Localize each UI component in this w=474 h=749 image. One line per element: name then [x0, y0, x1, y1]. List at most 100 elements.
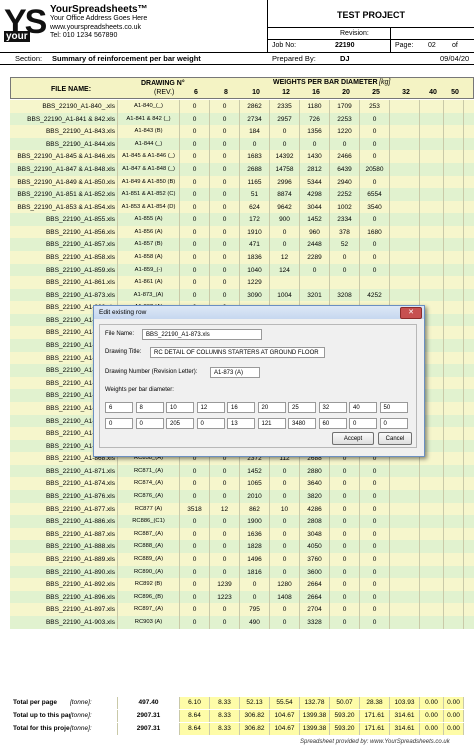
file-name-cell[interactable]: BBS_22190_A1-892.xls: [10, 578, 118, 591]
dialog-weight-input[interactable]: 60: [318, 418, 347, 429]
table-row[interactable]: BBS_22190_A1-889.xls RC889_(A) 0 0 1496 0 3760…: [10, 552, 474, 566]
table-row[interactable]: BBS_22190_A1-843.xls A1-843 (B) 0 0 184 0 1356…: [10, 125, 474, 139]
drawing-number-cell[interactable]: RC886_(C1): [118, 515, 180, 529]
job-value[interactable]: 22190: [335, 42, 354, 49]
drawing-number-cell[interactable]: A1-859_(-): [118, 263, 180, 277]
drawing-number-cell[interactable]: RC896_(B): [118, 590, 180, 604]
drawing-number-cell[interactable]: A1-840_(_): [118, 100, 180, 113]
dialog-weight-input[interactable]: 0: [349, 418, 377, 429]
table-row[interactable]: BBS_22190_A1-845 & A1-846.xls A1-845 & A1…: [10, 150, 474, 164]
table-row[interactable]: BBS_22190_A1-847 & A1-848.xls A1-847 & A1…: [10, 162, 474, 176]
table-row[interactable]: BBS_22190_A1-849 & A1-850.xls A1-849 & A1…: [10, 175, 474, 189]
table-row[interactable]: BBS_22190_A1-858.xls A1-858 (A) 0 0 1836 12 22…: [10, 251, 474, 264]
section-value[interactable]: Summary of reinforcement per bar weight: [52, 54, 201, 63]
drawing-number-cell[interactable]: A1-847 & A1-848 (_): [118, 162, 180, 176]
dialog-weight-input[interactable]: 0: [105, 418, 133, 429]
table-row[interactable]: BBS_22190_A1-888.xls RC888_(A) 0 0 1828 0 4050…: [10, 540, 474, 554]
table-row[interactable]: BBS_22190_A1-892.xls RC892 (B) 0 1239 0 1280 2…: [10, 578, 474, 591]
drawing-number-cell[interactable]: RC874_(A): [118, 477, 180, 491]
drawing-number-cell[interactable]: A1-843 (B): [118, 125, 180, 139]
drawing-number-cell[interactable]: A1-855 (A): [118, 213, 180, 227]
drawing-number-cell[interactable]: A1-849 & A1-850 (B): [118, 175, 180, 189]
drawing-number-cell[interactable]: RC889_(A): [118, 552, 180, 566]
file-name-cell[interactable]: BBS_22190_A1-890.xls: [10, 565, 118, 579]
file-name-cell[interactable]: BBS_22190_A1-858.xls: [10, 251, 118, 264]
file-name-input[interactable]: BBS_22190_A1-873.xls: [142, 329, 262, 340]
file-name-cell[interactable]: BBS_22190_A1-903.xls: [10, 615, 118, 629]
drawing-number-cell[interactable]: RC871_(A): [118, 464, 180, 478]
table-row[interactable]: BBS_22190_A1-855.xls A1-855 (A) 0 0 172 900 14…: [10, 213, 474, 227]
table-row[interactable]: BBS_22190_A1-890.xls RC890_(A) 0 0 1816 0 3600…: [10, 565, 474, 579]
table-row[interactable]: BBS_22190_A1-841 & 842.xls A1-841 & 842 (…: [10, 112, 474, 126]
table-row[interactable]: BBS_22190_A1-873.xls A1-873_(A) 0 0 3090 1004…: [10, 288, 474, 302]
drawing-number-cell[interactable]: RC903 (A): [118, 615, 180, 629]
drawing-number-cell[interactable]: A1-861 (A): [118, 276, 180, 290]
cancel-button[interactable]: Cancel: [378, 432, 412, 445]
dialog-weight-input[interactable]: 13: [227, 418, 255, 429]
drawing-number-cell[interactable]: RC887_(A): [118, 527, 180, 541]
table-row[interactable]: BBS_22190_A1-853 & A1-854.xls A1-853 & A1…: [10, 200, 474, 214]
dialog-weight-input[interactable]: 0: [196, 418, 225, 429]
table-row[interactable]: BBS_22190_A1-886.xls RC886_(C1) 0 0 1900 0 280…: [10, 515, 474, 529]
drawing-number-input[interactable]: A1-873 (A): [210, 367, 260, 378]
file-name-cell[interactable]: BBS_22190_A1-877.xls: [10, 502, 118, 516]
table-row[interactable]: BBS_22190_A1-840_.xls A1-840_(_) 0 0 2862 233…: [10, 100, 474, 113]
file-name-cell[interactable]: BBS_22190_A1-888.xls: [10, 540, 118, 554]
file-name-cell[interactable]: BBS_22190_A1-896.xls: [10, 590, 118, 604]
file-name-cell[interactable]: BBS_22190_A1-853 & A1-854.xls: [10, 200, 118, 214]
drawing-number-cell[interactable]: A1-858 (A): [118, 251, 180, 264]
dialog-weight-input[interactable]: 0: [135, 418, 164, 429]
file-name-cell[interactable]: BBS_22190_A1-840_.xls: [10, 100, 118, 113]
dialog-weight-input[interactable]: 3480: [288, 418, 316, 429]
file-name-cell[interactable]: BBS_22190_A1-851 & A1-852.xls: [10, 188, 118, 202]
file-name-cell[interactable]: BBS_22190_A1-859.xls: [10, 263, 118, 277]
file-name-cell[interactable]: BBS_22190_A1-887.xls: [10, 527, 118, 541]
date-value[interactable]: 09/04/20: [440, 54, 469, 63]
table-row[interactable]: BBS_22190_A1-874.xls RC874_(A) 0 0 1065 0 3640…: [10, 477, 474, 491]
table-row[interactable]: BBS_22190_A1-859.xls A1-859_(-) 0 0 1040 124 0…: [10, 263, 474, 277]
file-name-cell[interactable]: BBS_22190_A1-874.xls: [10, 477, 118, 491]
file-name-cell[interactable]: BBS_22190_A1-861.xls: [10, 276, 118, 290]
table-row[interactable]: BBS_22190_A1-897.xls RC897_(A) 0 0 795 0 2704 0…: [10, 603, 474, 617]
drawing-number-cell[interactable]: A1-873_(A): [118, 288, 180, 302]
file-name-cell[interactable]: BBS_22190_A1-897.xls: [10, 603, 118, 617]
table-row[interactable]: BBS_22190_A1-857.xls A1-857 (B) 0 0 471 0 2448…: [10, 238, 474, 252]
drawing-number-cell[interactable]: RC876_(A): [118, 490, 180, 503]
file-name-cell[interactable]: BBS_22190_A1-843.xls: [10, 125, 118, 139]
drawing-number-cell[interactable]: A1-844 (_): [118, 137, 180, 151]
table-row[interactable]: BBS_22190_A1-896.xls RC896_(B) 0 1223 0 1408 2…: [10, 590, 474, 604]
file-name-cell[interactable]: BBS_22190_A1-841 & 842.xls: [10, 112, 118, 126]
drawing-number-cell[interactable]: RC888_(A): [118, 540, 180, 554]
file-name-cell[interactable]: BBS_22190_A1-845 & A1-846.xls: [10, 150, 118, 164]
table-row[interactable]: BBS_22190_A1-871.xls RC871_(A) 0 0 1452 0 2880…: [10, 464, 474, 478]
drawing-number-cell[interactable]: RC892 (B): [118, 578, 180, 591]
table-row[interactable]: BBS_22190_A1-887.xls RC887_(A) 0 0 1636 0 3048…: [10, 527, 474, 541]
drawing-number-cell[interactable]: A1-857 (B): [118, 238, 180, 252]
drawing-number-cell[interactable]: A1-841 & 842 (_): [118, 112, 180, 126]
file-name-cell[interactable]: BBS_22190_A1-856.xls: [10, 225, 118, 239]
close-icon[interactable]: ✕: [400, 307, 422, 319]
file-name-cell[interactable]: BBS_22190_A1-844.xls: [10, 137, 118, 151]
dialog-weight-input[interactable]: 121: [257, 418, 286, 429]
drawing-number-cell[interactable]: RC890_(A): [118, 565, 180, 579]
file-name-cell[interactable]: BBS_22190_A1-876.xls: [10, 490, 118, 503]
drawing-number-cell[interactable]: A1-853 & A1-854 (D): [118, 200, 180, 214]
accept-button[interactable]: Accept: [332, 432, 374, 445]
table-row[interactable]: BBS_22190_A1-877.xls RC877 (A) 3518 12 862 10…: [10, 502, 474, 516]
drawing-title-input[interactable]: RC DETAIL OF COLUMNS STARTERS AT GROUND …: [150, 347, 325, 358]
table-row[interactable]: BBS_22190_A1-856.xls A1-856 (A) 0 0 1910 0 960…: [10, 225, 474, 239]
dialog-weight-input[interactable]: 0: [379, 418, 408, 429]
drawing-number-cell[interactable]: A1-851 & A1-852 (C): [118, 188, 180, 202]
drawing-number-cell[interactable]: RC897_(A): [118, 603, 180, 617]
table-row[interactable]: BBS_22190_A1-851 & A1-852.xls A1-851 & A1…: [10, 188, 474, 202]
table-row[interactable]: BBS_22190_A1-844.xls A1-844 (_) 0 0 0 0 0 0 0: [10, 137, 474, 151]
drawing-number-cell[interactable]: A1-845 & A1-846 (_): [118, 150, 180, 164]
file-name-cell[interactable]: BBS_22190_A1-886.xls: [10, 515, 118, 529]
dialog-title-bar[interactable]: Edit existing row ✕: [94, 306, 424, 319]
dialog-weight-input[interactable]: 205: [166, 418, 194, 429]
table-row[interactable]: BBS_22190_A1-861.xls A1-861 (A) 0 0 1229: [10, 276, 474, 290]
drawing-number-cell[interactable]: A1-856 (A): [118, 225, 180, 239]
file-name-cell[interactable]: BBS_22190_A1-855.xls: [10, 213, 118, 227]
table-row[interactable]: BBS_22190_A1-903.xls RC903 (A) 0 0 490 0 3328 0…: [10, 615, 474, 629]
drawing-number-cell[interactable]: RC877 (A): [118, 502, 180, 516]
